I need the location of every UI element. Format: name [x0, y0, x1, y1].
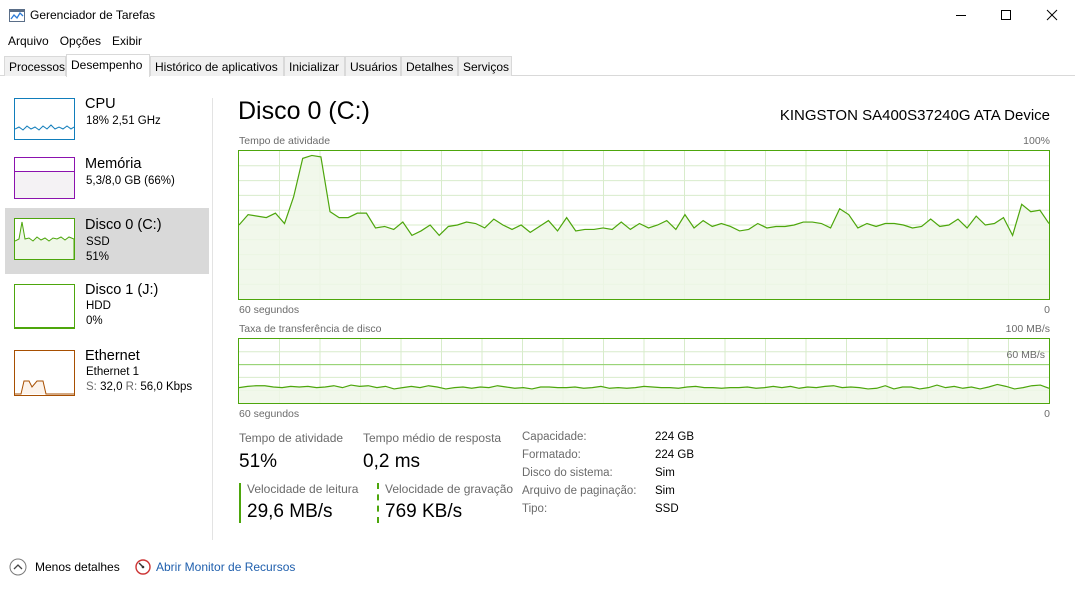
memory-thumbnail: [14, 157, 75, 199]
sidebar-item-title: CPU: [85, 96, 116, 112]
menu-bar: Arquivo Opções Exibir: [0, 31, 147, 51]
disk1-thumbnail: [14, 284, 75, 329]
sidebar-item-disk0[interactable]: Disco 0 (C:) SSD 51%: [5, 208, 209, 274]
prop-type-label: Tipo:: [522, 503, 548, 515]
less-details-button[interactable]: Menos detalhes: [9, 558, 124, 578]
device-name: KINGSTON SA400S37240G ATA Device: [779, 107, 1050, 124]
prop-capacity-label: Capacidade:: [522, 431, 587, 443]
window-title: Gerenciador de Tarefas: [30, 8, 156, 22]
receive-label: R:: [125, 381, 138, 393]
prop-formatted-value: 224 GB: [655, 449, 694, 461]
sidebar-item-usage: 0%: [86, 315, 103, 327]
sidebar-item-detail: HDD: [86, 300, 111, 312]
disk0-thumbnail: [14, 218, 75, 260]
chart1-label: Tempo de atividade: [239, 135, 331, 147]
active-time-label: Tempo de atividade: [239, 431, 344, 445]
sidebar-item-memory[interactable]: Memória 5,3/8,0 GB (66%): [5, 148, 209, 212]
tab-inicializar[interactable]: Inicializar: [284, 56, 345, 76]
write-speed-label: Velocidade de gravação: [385, 482, 514, 496]
minimize-button[interactable]: [938, 0, 984, 30]
prop-paging-value: Sim: [655, 485, 675, 497]
receive-value: 56,0 Kbps: [140, 381, 193, 393]
chart1-x-right: 0: [1044, 304, 1050, 316]
title-bar: Gerenciador de Tarefas: [0, 0, 1075, 30]
chart2-max-label: 100 MB/s: [1005, 323, 1050, 335]
menu-exibir[interactable]: Exibir: [106, 31, 147, 51]
sidebar-item-detail: 18% 2,51 GHz: [86, 115, 161, 127]
minimize-icon: [956, 15, 966, 16]
read-speed-value: 29,6 MB/s: [247, 501, 333, 522]
prop-system-disk-label: Disco do sistema:: [522, 467, 613, 479]
tab-processos[interactable]: Processos: [4, 56, 66, 76]
sidebar-item-detail: 5,3/8,0 GB (66%): [86, 175, 175, 187]
sidebar-item-title: Disco 1 (J:): [85, 282, 159, 298]
chart2-svg: [239, 339, 1049, 403]
tab-usuarios[interactable]: Usuários: [345, 56, 401, 76]
response-time-label: Tempo médio de resposta: [363, 431, 502, 445]
read-speed-marker: [239, 483, 241, 523]
sidebar-item-title: Memória: [85, 156, 142, 172]
prop-system-disk-value: Sim: [655, 467, 675, 479]
panel-divider: [212, 98, 213, 540]
prop-type-value: SSD: [655, 503, 679, 515]
chart2-x-right: 0: [1044, 408, 1050, 420]
cpu-thumbnail: [14, 98, 75, 140]
tab-bar: Processos Desempenho Histórico de aplica…: [0, 54, 1075, 77]
sidebar-item-throughput: S: 32,0 R: 56,0 Kbps: [86, 381, 192, 393]
less-details-label: Menos detalhes: [35, 560, 120, 574]
sidebar-item-title: Ethernet: [85, 348, 140, 364]
prop-paging-label: Arquivo de paginação:: [522, 485, 637, 497]
sidebar-item-ethernet[interactable]: Ethernet Ethernet 1 S: 32,0 R: 56,0 Kbps: [5, 342, 209, 406]
resource-list: CPU 18% 2,51 GHz Memória 5,3/8,0 GB (66%…: [5, 90, 210, 540]
tab-historico[interactable]: Histórico de aplicativos: [150, 56, 284, 76]
tab-servicos[interactable]: Serviços: [458, 56, 512, 76]
open-resource-monitor-link[interactable]: Abrir Monitor de Recursos: [135, 558, 305, 578]
chevron-up-icon: [9, 558, 27, 576]
open-resource-monitor-label: Abrir Monitor de Recursos: [156, 560, 296, 574]
chart2-label: Taxa de transferência de disco: [239, 323, 382, 335]
send-value: 32,0: [100, 381, 123, 393]
active-time-chart: [238, 150, 1050, 300]
send-label: S:: [86, 381, 97, 393]
task-manager-icon: [9, 9, 25, 22]
chart2-x-left: 60 segundos: [239, 408, 300, 420]
chart1-svg: [239, 151, 1049, 299]
ethernet-thumbnail: [14, 350, 75, 396]
sidebar-item-cpu[interactable]: CPU 18% 2,51 GHz: [5, 90, 209, 154]
response-time-value: 0,2 ms: [363, 451, 421, 472]
menu-arquivo[interactable]: Arquivo: [0, 31, 54, 51]
chart1-max-label: 100%: [1023, 135, 1050, 147]
chart2-line-label: 60 MB/s: [1006, 349, 1045, 361]
sidebar-item-disk1[interactable]: Disco 1 (J:) HDD 0%: [5, 276, 209, 340]
tab-desempenho[interactable]: Desempenho: [66, 54, 150, 77]
maximize-button[interactable]: [983, 0, 1029, 30]
tab-detalhes[interactable]: Detalhes: [401, 56, 458, 76]
sidebar-item-title: Disco 0 (C:): [85, 217, 162, 233]
prop-capacity-value: 224 GB: [655, 431, 694, 443]
footer: Menos detalhes Abrir Monitor de Recursos: [0, 552, 1075, 582]
prop-formatted-label: Formatado:: [522, 449, 581, 461]
menu-opcoes[interactable]: Opções: [54, 31, 106, 51]
write-speed-marker: [377, 483, 379, 523]
active-time-value: 51%: [239, 451, 278, 472]
transfer-rate-chart: [238, 338, 1050, 404]
close-icon: [1046, 9, 1058, 21]
resource-monitor-icon: [135, 559, 151, 575]
sidebar-item-detail: Ethernet 1: [86, 366, 140, 378]
sidebar-item-usage: 51%: [86, 251, 110, 263]
write-speed-value: 769 KB/s: [385, 501, 463, 522]
sidebar-item-detail: SSD: [86, 236, 110, 248]
chart1-x-left: 60 segundos: [239, 304, 300, 316]
disk-title: Disco 0 (C:): [238, 97, 370, 125]
close-button[interactable]: [1029, 0, 1075, 30]
read-speed-label: Velocidade de leitura: [247, 482, 359, 496]
maximize-icon: [1001, 10, 1011, 20]
